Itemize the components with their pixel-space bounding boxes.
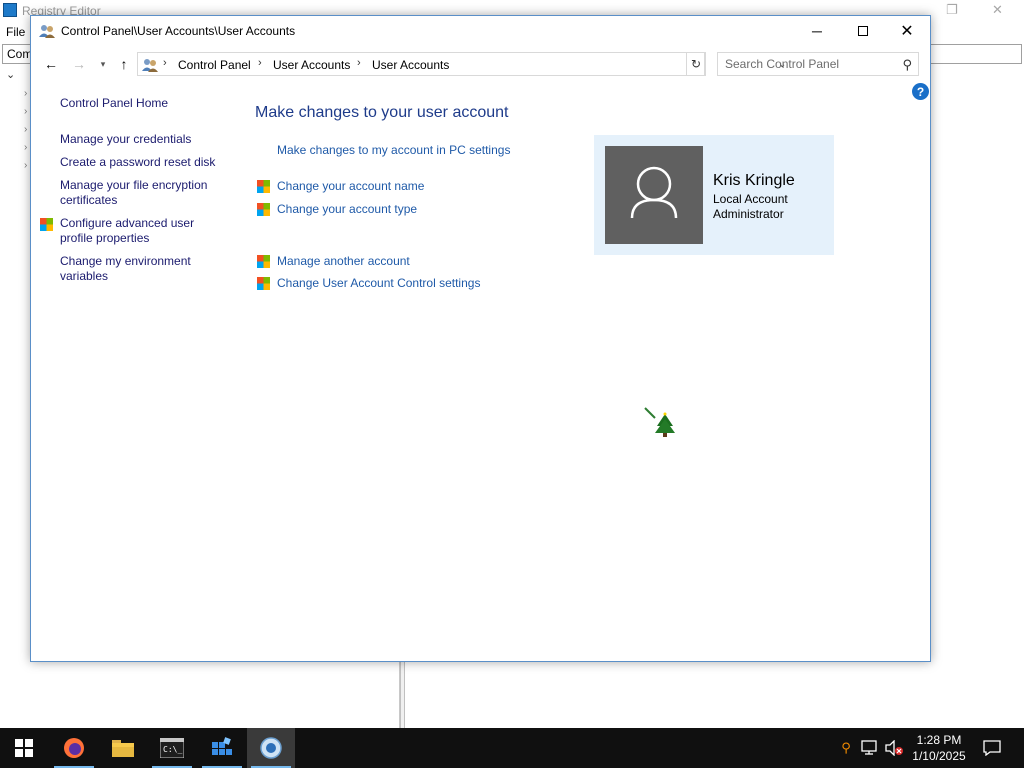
control-panel-taskbar-button[interactable] <box>247 728 295 768</box>
account-card: Kris Kringle Local Account Administrator <box>594 135 834 255</box>
change-account-name-link[interactable]: Change your account name <box>277 179 424 193</box>
svg-text:C:\_: C:\_ <box>163 745 182 754</box>
terminal-icon: C:\_ <box>160 738 184 758</box>
maximize-button[interactable] <box>840 16 886 46</box>
page-title: Make changes to your user account <box>255 104 509 121</box>
chevron-right-icon[interactable]: › <box>24 124 27 135</box>
restore-icon[interactable]: ❐ <box>946 2 958 18</box>
avatar <box>605 146 703 244</box>
chevron-right-icon[interactable]: › <box>24 106 27 117</box>
uac-shield-icon <box>257 277 270 290</box>
uac-shield-icon <box>257 255 270 268</box>
terminal-taskbar-button[interactable]: C:\_ <box>148 728 196 768</box>
firefox-icon <box>64 738 84 758</box>
pc-settings-link[interactable]: Make changes to my account in PC setting… <box>277 143 510 157</box>
speaker-muted-icon <box>885 740 903 756</box>
advanced-profile-properties-link[interactable]: Configure advanced user profile properti… <box>60 216 230 246</box>
environment-variables-link[interactable]: Change my environment variables <box>60 254 230 284</box>
file-explorer-taskbar-button[interactable] <box>99 728 147 768</box>
arrow-left-icon: ← <box>44 56 58 72</box>
clock-date: 1/10/2025 <box>912 749 966 763</box>
control-panel-home-link[interactable]: Control Panel Home <box>60 96 230 111</box>
close-icon: ✕ <box>900 23 914 40</box>
clock-time: 1:28 PM <box>916 733 962 747</box>
account-name: Kris Kringle <box>713 172 795 189</box>
registry-editor-icon <box>212 737 232 755</box>
action-center-icon <box>983 740 1001 756</box>
navigation-bar: ← → ▾ ↑ › Control Panel › User Accounts … <box>31 50 930 78</box>
recent-locations-button[interactable]: ▾ <box>93 54 113 74</box>
user-accounts-icon <box>39 25 55 38</box>
close-icon[interactable]: ✕ <box>992 2 1003 18</box>
folder-icon <box>112 740 134 757</box>
volume-icon[interactable] <box>884 738 904 758</box>
search-input[interactable] <box>718 53 888 75</box>
maximize-icon <box>858 26 868 36</box>
manage-another-account-link[interactable]: Manage another account <box>277 254 410 268</box>
firefox-taskbar-button[interactable] <box>50 728 98 768</box>
help-icon[interactable]: ? <box>912 83 929 100</box>
menu-file[interactable]: File <box>6 25 25 39</box>
account-type: Local Account <box>713 192 788 206</box>
registry-editor-icon <box>3 3 17 17</box>
search-tray-icon[interactable]: ⚲ <box>836 738 856 758</box>
windows-logo-icon <box>15 739 33 757</box>
uac-settings-link[interactable]: Change User Account Control settings <box>277 276 480 290</box>
system-clock[interactable]: 1:28 PM 1/10/2025 <box>908 732 970 764</box>
arrow-up-icon: ↑ <box>120 56 128 72</box>
breadcrumb-separator-icon[interactable]: › <box>163 57 167 69</box>
up-button[interactable]: ↑ <box>114 54 134 74</box>
close-button[interactable]: ✕ <box>884 16 930 46</box>
minimize-icon: ─ <box>812 23 822 39</box>
refresh-icon: ↻ <box>690 57 702 71</box>
arrow-right-icon: → <box>72 56 86 72</box>
taskbar: C:\_ ⚲ 1:28 PM 1/10/2025 <box>0 728 1024 768</box>
search-icon[interactable]: ⚲ <box>902 57 912 73</box>
breadcrumb-control-panel[interactable]: Control Panel <box>178 58 251 72</box>
back-button[interactable]: ← <box>41 54 61 74</box>
window-title: Control Panel\User Accounts\User Account… <box>61 24 296 38</box>
breadcrumb-user-accounts[interactable]: User Accounts <box>273 58 350 72</box>
notifications-button[interactable] <box>982 738 1002 758</box>
uac-shield-icon <box>257 180 270 193</box>
uac-shield-icon <box>257 203 270 216</box>
uac-shield-icon <box>40 218 53 231</box>
breadcrumb-separator-icon[interactable]: › <box>258 57 262 69</box>
chevron-right-icon[interactable]: › <box>24 160 27 171</box>
user-avatar-icon <box>630 166 678 219</box>
chevron-right-icon[interactable]: › <box>24 142 27 153</box>
chevron-down-icon: ▾ <box>100 58 106 69</box>
network-icon[interactable] <box>860 738 880 758</box>
start-button[interactable] <box>0 728 48 768</box>
account-role: Administrator <box>713 207 784 221</box>
manage-credentials-link[interactable]: Manage your credentials <box>60 132 230 147</box>
forward-button[interactable]: → <box>69 54 89 74</box>
search-box[interactable]: ⚲ <box>717 52 919 76</box>
minimize-button[interactable]: ─ <box>794 16 840 46</box>
christmas-tree-cursor-icon <box>644 407 675 437</box>
breadcrumb-user-accounts-current[interactable]: User Accounts <box>372 58 449 72</box>
chevron-down-icon[interactable]: ⌄ <box>6 68 15 81</box>
control-panel-titlebar[interactable]: Control Panel\User Accounts\User Account… <box>31 16 930 46</box>
control-panel-icon <box>260 737 282 759</box>
chevron-right-icon[interactable]: › <box>24 88 27 99</box>
network-monitor-icon <box>861 740 877 755</box>
registry-editor-taskbar-button[interactable] <box>198 728 246 768</box>
user-accounts-icon <box>142 59 158 72</box>
control-panel-window: Control Panel\User Accounts\User Account… <box>30 15 931 662</box>
file-encryption-certificates-link[interactable]: Manage your file encryption certificates <box>60 178 230 208</box>
address-bar[interactable]: › Control Panel › User Accounts › User A… <box>137 52 786 76</box>
password-reset-disk-link[interactable]: Create a password reset disk <box>60 155 230 170</box>
refresh-button[interactable]: ↻ <box>686 52 706 76</box>
change-account-type-link[interactable]: Change your account type <box>277 202 417 216</box>
breadcrumb-separator-icon[interactable]: › <box>357 57 361 69</box>
